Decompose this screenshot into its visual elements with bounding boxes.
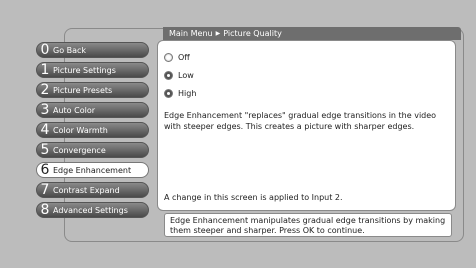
- option-low[interactable]: Low: [164, 66, 196, 84]
- breadcrumb-root: Main Menu: [169, 29, 213, 38]
- breadcrumb-current: Picture Quality: [223, 29, 282, 38]
- menu-item-number: 8: [40, 202, 50, 218]
- menu-item-label: Picture Settings: [53, 65, 116, 75]
- edge-enhancement-options: Off Low High: [164, 48, 196, 102]
- menu-item-label: Color Warmth: [53, 125, 108, 135]
- option-off[interactable]: Off: [164, 48, 196, 66]
- help-box: Edge Enhancement manipulates gradual edg…: [164, 213, 452, 237]
- breadcrumb: Main Menu ▶ Picture Quality: [163, 27, 461, 40]
- option-label: Off: [178, 52, 190, 62]
- tv-menu-screen: Main Menu ▶ Picture Quality 0 Go Back 1 Pict…: [0, 0, 476, 268]
- menu-item-label: Edge Enhancement: [53, 165, 132, 175]
- option-label: High: [178, 88, 197, 98]
- menu-item-label: Go Back: [53, 45, 87, 55]
- content-panel: Off Low High Edge Enhancement "replaces"…: [157, 40, 456, 211]
- menu-item-number: 1: [40, 62, 50, 78]
- menu-item-picture-presets[interactable]: 2 Picture Presets: [36, 82, 149, 98]
- option-label: Low: [178, 70, 194, 80]
- menu-item-number: 5: [40, 142, 50, 158]
- breadcrumb-separator-icon: ▶: [215, 30, 221, 37]
- menu-item-auto-color[interactable]: 3 Auto Color: [36, 102, 149, 118]
- menu-item-label: Auto Color: [53, 105, 96, 115]
- radio-unselected-icon: [164, 70, 173, 80]
- menu-item-number: 4: [40, 122, 50, 138]
- option-high[interactable]: High: [164, 84, 196, 102]
- menu-item-label: Advanced Settings: [53, 205, 128, 215]
- menu-item-label: Contrast Expand: [53, 185, 120, 195]
- menu-item-number: 7: [40, 182, 50, 198]
- menu-item-color-warmth[interactable]: 4 Color Warmth: [36, 122, 149, 138]
- radio-selected-icon: [164, 52, 173, 62]
- menu-item-picture-settings[interactable]: 1 Picture Settings: [36, 62, 149, 78]
- menu-item-contrast-expand[interactable]: 7 Contrast Expand: [36, 182, 149, 198]
- menu-item-label: Convergence: [53, 145, 106, 155]
- menu-item-go-back[interactable]: 0 Go Back: [36, 42, 149, 58]
- menu-item-number: 3: [40, 102, 50, 118]
- radio-unselected-icon: [164, 88, 173, 98]
- menu-item-convergence[interactable]: 5 Convergence: [36, 142, 149, 158]
- menu-item-edge-enhancement[interactable]: 6 Edge Enhancement: [36, 162, 149, 178]
- input-note: A change in this screen is applied to In…: [164, 193, 343, 202]
- description-text: Edge Enhancement "replaces" gradual edge…: [164, 111, 437, 131]
- menu-item-number: 2: [40, 82, 50, 98]
- menu-item-label: Picture Presets: [53, 85, 113, 95]
- menu-item-advanced-settings[interactable]: 8 Advanced Settings: [36, 202, 149, 218]
- menu-item-number: 0: [40, 42, 50, 58]
- main-menu: 0 Go Back 1 Picture Settings 2 Picture Pres…: [36, 42, 149, 222]
- menu-item-number: 6: [40, 162, 50, 178]
